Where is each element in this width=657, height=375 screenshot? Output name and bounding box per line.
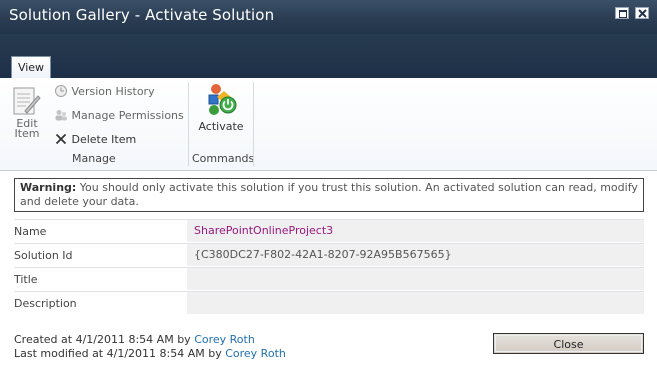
- created-by-link[interactable]: Corey Roth: [194, 333, 255, 346]
- group-commands-label: Commands: [192, 152, 255, 165]
- edit-item-icon: [13, 87, 41, 115]
- warning-box: Warning: You should only activate this s…: [14, 178, 644, 212]
- manage-permissions-label: Manage Permissions: [71, 109, 184, 122]
- table-row: Description: [14, 291, 644, 315]
- modified-by-link[interactable]: Corey Roth: [225, 347, 286, 360]
- activate-icon: [208, 84, 237, 115]
- property-label: Description: [14, 297, 77, 310]
- version-history-button[interactable]: Version History: [54, 84, 155, 98]
- dialog-titlebar: Solution Gallery - Activate Solution: [0, 0, 657, 34]
- manage-permissions-icon: [55, 110, 67, 121]
- property-label: Title: [14, 273, 38, 286]
- property-value-title: [187, 268, 644, 290]
- properties-table: Name SharePointOnlineProject3 Solution I…: [14, 219, 644, 315]
- close-icon[interactable]: [635, 7, 649, 19]
- close-button[interactable]: Close: [493, 333, 644, 354]
- edit-item-label-2: Item: [14, 127, 40, 140]
- maximize-icon[interactable]: [615, 7, 629, 19]
- activate-label: Activate: [198, 120, 244, 133]
- tab-view[interactable]: View: [11, 56, 51, 78]
- property-value-description: [187, 292, 644, 314]
- property-value-name: SharePointOnlineProject3: [187, 220, 644, 242]
- manage-permissions-button[interactable]: Manage Permissions: [54, 108, 184, 122]
- edit-item-button[interactable]: Edit Item: [9, 85, 45, 139]
- modified-text: Last modified at 4/1/2011 8:54 AM by: [14, 347, 226, 360]
- property-value-solution-id: {C380DC27-F802-42A1-8207-92A95B567565}: [187, 244, 644, 266]
- ribbon-header: View: [0, 34, 657, 78]
- ribbon-body: Edit Item Version History Manage Permiss…: [0, 78, 657, 171]
- property-label: Solution Id: [14, 249, 73, 262]
- close-button-label: Close: [495, 335, 642, 352]
- dialog-title: Solution Gallery - Activate Solution: [9, 6, 275, 24]
- group-separator: [188, 82, 189, 166]
- delete-item-label: Delete Item: [71, 133, 137, 146]
- warning-text: You should only activate this solution i…: [20, 181, 638, 208]
- version-history-icon: [55, 85, 67, 97]
- delete-item-button[interactable]: Delete Item: [54, 132, 136, 146]
- group-separator: [253, 82, 254, 166]
- table-row: Name SharePointOnlineProject3: [14, 219, 644, 243]
- activate-button[interactable]: Activate: [197, 83, 245, 133]
- group-manage-label: Manage: [72, 152, 116, 165]
- version-history-label: Version History: [71, 85, 155, 98]
- created-text: Created at 4/1/2011 8:54 AM by: [14, 333, 195, 346]
- table-row: Solution Id {C380DC27-F802-42A1-8207-92A…: [14, 243, 644, 267]
- delete-icon: [55, 133, 67, 145]
- item-metadata: Created at 4/1/2011 8:54 AM by Corey Rot…: [14, 333, 286, 361]
- property-label: Name: [14, 225, 47, 238]
- warning-label: Warning:: [20, 181, 77, 194]
- table-row: Title: [14, 267, 644, 291]
